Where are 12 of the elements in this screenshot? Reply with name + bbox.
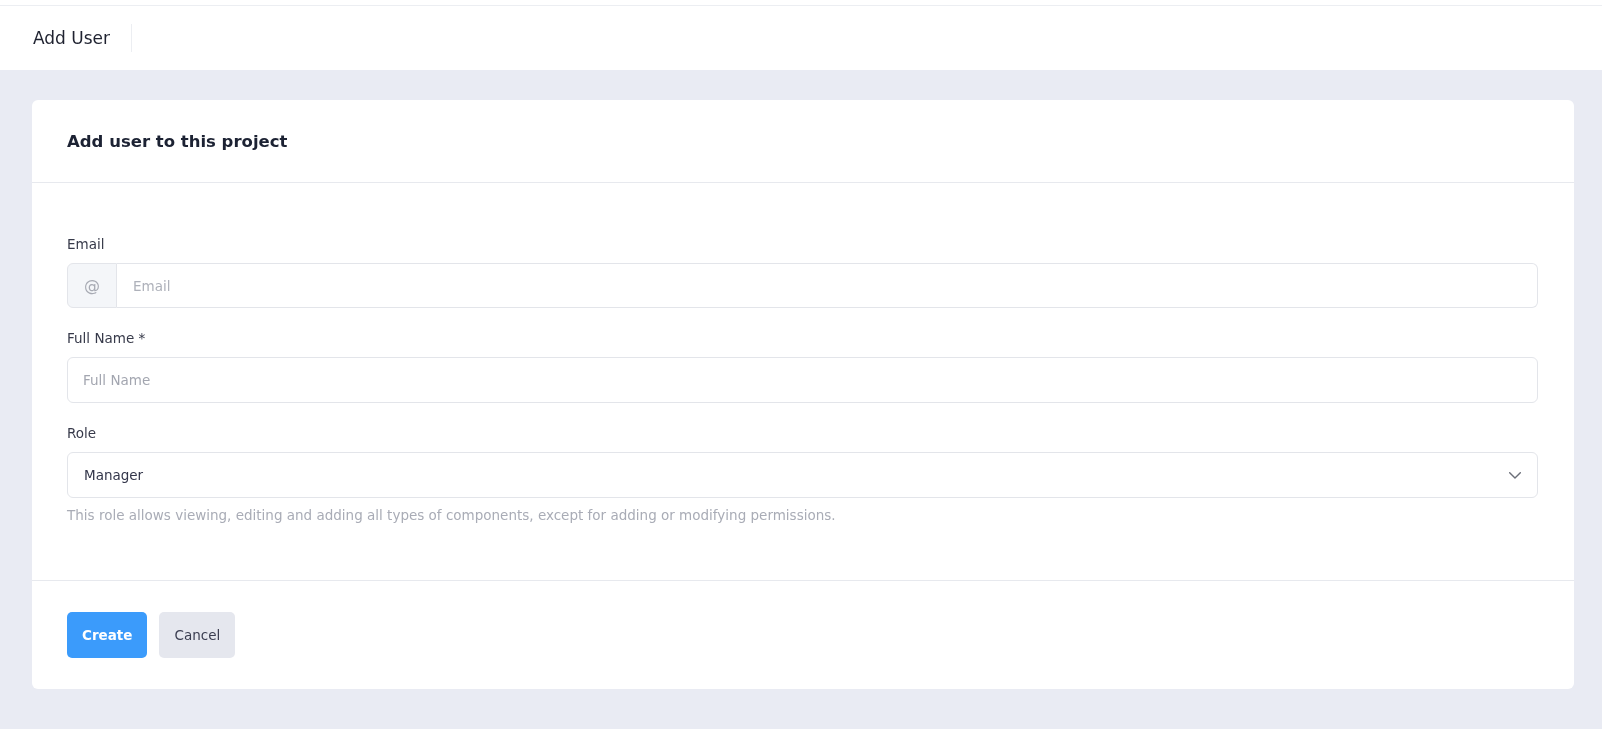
select-field[interactable]: Manager [67, 452, 1538, 498]
page-title: Add User [33, 28, 112, 48]
help-text: This role allows viewing, editing and adding all types of components, except for adding or modifying permissions. [67, 506, 836, 525]
card-title: Add user to this project [67, 131, 288, 151]
cancel-button[interactable]: Cancel [159, 612, 236, 658]
field-label: Role [67, 424, 97, 443]
at-sign-addon: @ [67, 263, 117, 308]
chevron-down-icon [1509, 471, 1521, 479]
email-field[interactable]: Email [117, 263, 1538, 308]
field-label: Email [67, 235, 105, 254]
field-label: Full Name * [67, 329, 146, 348]
text-field[interactable]: Full Name [67, 357, 1538, 403]
